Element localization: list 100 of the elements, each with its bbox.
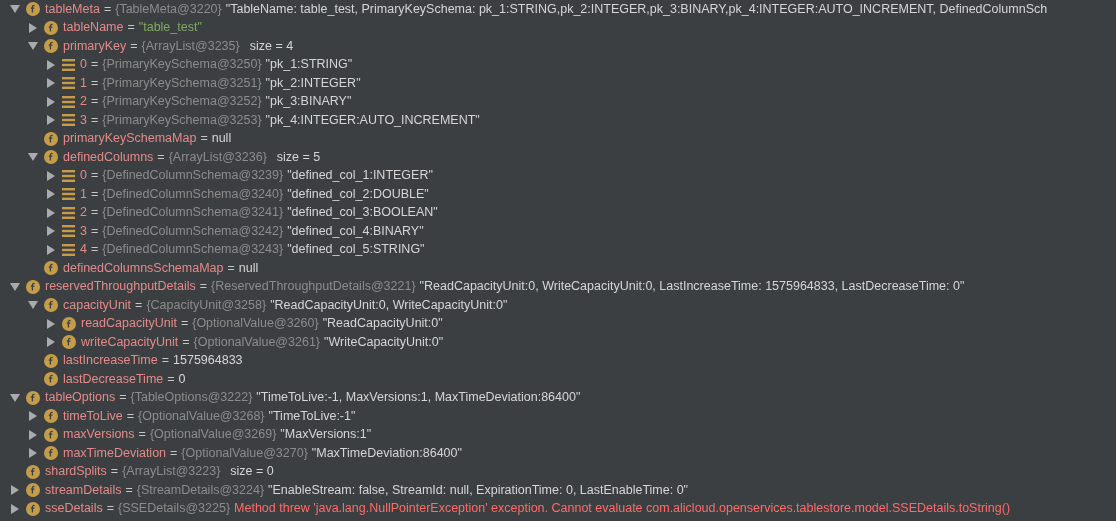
field-icon (44, 39, 58, 54)
list-item-icon (62, 225, 75, 238)
variable-value: "defined_col_3:BOOLEAN" (287, 204, 438, 222)
variable-value: "TableName: table_test, PrimaryKeySchema: pk_1:STRING,pk_2:INTEGER,pk_3:BINARY,pk_4:INTEGER:AUTO_INCREMENT, DefinedColumnSch (225, 0, 1048, 18)
field-icon (62, 335, 76, 350)
field-icon (44, 446, 58, 461)
variable-index: 2 (80, 93, 87, 111)
equals-sign: = (90, 74, 99, 92)
expand-arrow-icon[interactable] (47, 207, 55, 218)
field-icon (44, 353, 58, 368)
object-type: {OptionalValue@3260} (192, 315, 319, 333)
object-type: {PrimaryKeySchema@3253} (102, 111, 262, 129)
field-icon (26, 464, 40, 479)
expand-arrow-icon[interactable] (47, 189, 55, 200)
variable-index: 3 (80, 222, 87, 240)
expand-arrow-icon[interactable] (47, 59, 55, 70)
object-type: {PrimaryKeySchema@3252} (102, 93, 262, 111)
equals-sign: = (90, 222, 99, 240)
equals-sign: = (167, 370, 175, 388)
equals-sign: = (227, 259, 235, 277)
expand-arrow-icon[interactable] (47, 337, 55, 348)
field-icon (62, 316, 76, 331)
expand-arrow-icon[interactable] (47, 115, 55, 126)
object-type: {DefinedColumnSchema@3243} (102, 241, 284, 259)
object-type: {CapacityUnit@3258} (146, 296, 267, 314)
equals-sign: = (90, 93, 99, 111)
object-type: {OptionalValue@3269} (149, 426, 277, 444)
variable-value: null (211, 130, 232, 148)
variable-value: size = 4 (249, 37, 294, 55)
collapse-arrow-icon[interactable] (28, 301, 38, 310)
collapse-arrow-icon[interactable] (28, 153, 38, 162)
equals-sign: = (119, 389, 127, 407)
field-icon (44, 427, 58, 442)
expand-arrow-icon[interactable] (29, 448, 37, 459)
object-type: {ArrayList@3223} (122, 463, 221, 481)
object-type: {PrimaryKeySchema@3250} (102, 56, 262, 74)
collapse-arrow-icon[interactable] (10, 393, 20, 402)
equals-sign: = (161, 352, 170, 370)
field-icon (44, 261, 58, 276)
variable-index: 1 (80, 185, 87, 203)
list-item-icon (62, 169, 75, 182)
variable-value: 0 (178, 370, 186, 388)
equals-sign: = (90, 111, 99, 129)
collapse-arrow-icon[interactable] (10, 282, 20, 291)
expand-arrow-icon[interactable] (47, 170, 55, 181)
collapse-arrow-icon[interactable] (10, 5, 20, 14)
variable-name: primaryKeySchemaMap (63, 130, 197, 148)
equals-sign: = (90, 167, 99, 185)
field-icon (26, 483, 40, 498)
expand-arrow-icon[interactable] (47, 96, 55, 107)
list-item-icon (62, 77, 75, 90)
object-type: {DefinedColumnSchema@3239} (102, 167, 284, 185)
equals-sign: = (126, 407, 135, 425)
variable-name: tableOptions (45, 389, 116, 407)
variable-value: "pk_1:STRING" (265, 56, 353, 74)
list-item-icon (62, 243, 75, 256)
expand-arrow-icon[interactable] (47, 244, 55, 255)
equals-sign: = (90, 185, 99, 203)
expand-arrow-icon[interactable] (29, 22, 37, 33)
expand-arrow-icon[interactable] (47, 78, 55, 89)
collapse-arrow-icon[interactable] (28, 42, 38, 51)
expand-arrow-icon[interactable] (11, 485, 19, 496)
expand-arrow-icon[interactable] (47, 318, 55, 329)
field-icon (26, 279, 40, 294)
variable-value: size = 0 (230, 463, 274, 481)
list-item-icon (62, 206, 75, 219)
equals-sign: = (125, 481, 133, 499)
equals-sign: = (110, 463, 119, 481)
variable-name: readCapacityUnit (81, 315, 177, 333)
expand-arrow-icon[interactable] (11, 503, 19, 514)
variable-value: "defined_col_4:BINARY" (287, 222, 424, 240)
variable-name: definedColumnsSchemaMap (63, 259, 224, 277)
object-type: {OptionalValue@3261} (193, 333, 321, 351)
variable-value: "defined_col_2:DOUBLE" (287, 185, 429, 203)
variable-value: size = 5 (276, 148, 321, 166)
object-type: {TableOptions@3222} (130, 389, 253, 407)
equals-sign: = (127, 19, 135, 37)
variable-name: writeCapacityUnit (81, 333, 179, 351)
object-type: {DefinedColumnSchema@3240} (102, 185, 284, 203)
expand-arrow-icon[interactable] (29, 411, 37, 422)
variable-name: lastIncreaseTime (63, 352, 158, 370)
variable-value: "TimeToLive:-1" (268, 407, 356, 425)
variable-value: "MaxTimeDeviation:86400" (311, 444, 462, 462)
equals-sign: = (170, 444, 178, 462)
variable-value: "defined_col_5:STRING" (287, 241, 425, 259)
variable-value: "ReadCapacityUnit:0, WriteCapacityUnit:0, LastIncreaseTime: 1575964833, LastDecreaseTime: 0" (419, 278, 965, 296)
equals-sign: = (138, 426, 146, 444)
equals-sign: = (90, 56, 99, 74)
field-icon (44, 20, 58, 35)
field-icon (26, 2, 40, 17)
equals-sign: = (199, 278, 208, 296)
list-item-icon (62, 95, 75, 108)
variable-index: 0 (80, 167, 87, 185)
object-type: {ArrayList@3235} (141, 37, 240, 55)
equals-sign: = (130, 37, 138, 55)
expand-arrow-icon[interactable] (29, 429, 37, 440)
variable-name: maxTimeDeviation (63, 444, 167, 462)
expand-arrow-icon[interactable] (47, 226, 55, 237)
object-type: {ArrayList@3236} (168, 148, 267, 166)
field-icon (44, 298, 58, 313)
